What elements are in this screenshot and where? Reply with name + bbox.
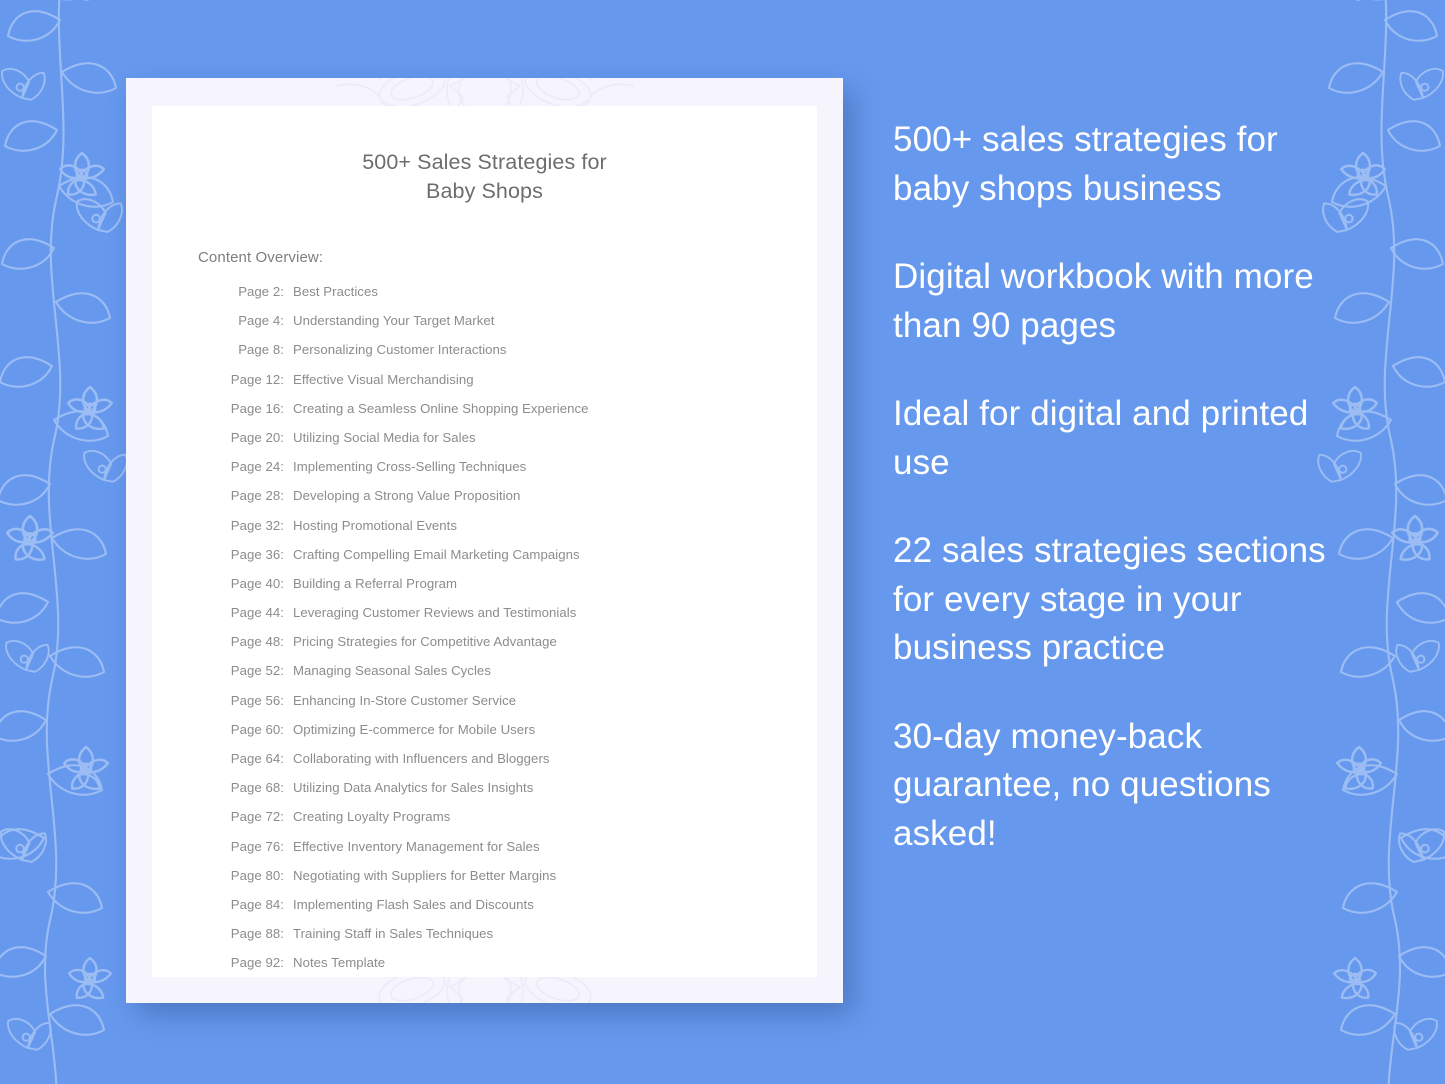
toc-row: Page 2: Best Practices xyxy=(222,284,773,313)
toc-entry-title: Hosting Promotional Events xyxy=(293,517,458,533)
toc-entry-title: Understanding Your Target Market xyxy=(293,313,495,329)
toc-page-number: Page 56: xyxy=(230,692,284,708)
toc-entry-title: Implementing Cross-Selling Techniques xyxy=(293,459,527,475)
toc-entry-title: Optimizing E-commerce for Mobile Users xyxy=(293,721,536,737)
toc-page-number: Page 24: xyxy=(230,459,284,475)
toc-row: Page 36: Crafting Compelling Email Market… xyxy=(222,547,773,576)
toc-entry-title: Personalizing Customer Interactions xyxy=(293,342,507,358)
toc-entry-title: Leveraging Customer Reviews and Testimon… xyxy=(293,605,577,621)
toc-entry-title: Crafting Compelling Email Marketing Camp… xyxy=(293,546,580,562)
toc-row: Page 32: Hosting Promotional Events xyxy=(222,518,773,547)
toc-entry-title: Utilizing Data Analytics for Sales Insig… xyxy=(293,780,534,796)
toc-page-number: Page 80: xyxy=(230,867,284,883)
toc-row: Page 4: Understanding Your Target Market xyxy=(222,313,773,342)
toc-row: Page 12: Effective Visual Merchandising xyxy=(222,372,773,401)
content-overview-label: Content Overview: xyxy=(198,249,324,266)
toc-row: Page 52: Managing Seasonal Sales Cycles xyxy=(222,663,773,692)
toc-entry-title: Training Staff in Sales Techniques xyxy=(293,926,494,942)
toc-row: Page 76: Effective Inventory Management f… xyxy=(222,839,773,868)
toc-row: Page 16: Creating a Seamless Online Shopp… xyxy=(222,401,773,430)
toc-row: Page 72: Creating Loyalty Programs xyxy=(222,809,773,838)
toc-row: Page 56: Enhancing In-Store Customer Serv… xyxy=(222,693,773,722)
toc-row: Page 92: Notes Template xyxy=(222,955,773,984)
toc-entry-title: Negotiating with Suppliers for Better Ma… xyxy=(293,867,557,883)
toc-row: Page 60: Optimizing E-commerce for Mobile… xyxy=(222,722,773,751)
toc-row: Page 64: Collaborating with Influencers a… xyxy=(222,751,773,780)
toc-row: Page 28: Developing a Strong Value Propos… xyxy=(222,488,773,517)
toc-row: Page 88: Training Staff in Sales Techniqu… xyxy=(222,926,773,955)
toc-entry-title: Enhancing In-Store Customer Service xyxy=(293,692,517,708)
toc-page-number: Page 68: xyxy=(230,780,284,796)
document-title: 500+ Sales Strategies for Baby Shops xyxy=(362,150,607,203)
toc-row: Page 48: Pricing Strategies for Competiti… xyxy=(222,634,773,663)
document-card: 500+ Sales Strategies for Baby Shops Con… xyxy=(126,78,843,1003)
toc-entry-title: Implementing Flash Sales and Discounts xyxy=(293,896,534,912)
toc-page-number: Page 84: xyxy=(230,896,284,912)
toc-row: Page 20: Utilizing Social Media for Sales xyxy=(222,430,773,459)
toc-row: Page 84: Implementing Flash Sales and Dis… xyxy=(222,897,773,926)
promo-block: 500+ sales strategies for baby shops bus… xyxy=(893,120,1278,208)
toc-row: Page 80: Negotiating with Suppliers for B… xyxy=(222,868,773,897)
promo-block: Digital workbook with more than 90 pages xyxy=(893,257,1314,345)
toc-entry-title: Building a Referral Program xyxy=(293,575,458,591)
toc-page-number: Page 2: xyxy=(238,284,284,299)
toc-entry-title: Developing a Strong Value Proposition xyxy=(293,488,521,504)
toc-row: Page 40: Building a Referral Program xyxy=(222,576,773,605)
toc-page-number: Page 72: xyxy=(230,809,284,825)
toc-page-number: Page 60: xyxy=(230,721,284,737)
toc-page-number: Page 64: xyxy=(230,751,284,766)
toc-page-number: Page 48: xyxy=(230,634,284,650)
toc-page-number: Page 20: xyxy=(230,429,284,445)
promo-block: 22 sales strategies sections for every s… xyxy=(893,531,1326,667)
toc-page-number: Page 88: xyxy=(230,926,284,942)
toc-row: Page 24: Implementing Cross-Selling Techn… xyxy=(222,459,773,488)
toc-row: Page 8: Personalizing Customer Interactio… xyxy=(222,342,773,371)
toc-page-number: Page 92: xyxy=(230,955,284,971)
toc-page-number: Page 28: xyxy=(230,488,284,504)
toc-entry-title: Best Practices xyxy=(293,284,378,299)
toc-page-number: Page 40: xyxy=(230,575,284,591)
toc-page-number: Page 4: xyxy=(238,313,284,329)
toc-entry-title: Collaborating with Influencers and Blogg… xyxy=(293,751,550,766)
toc-page-number: Page 12: xyxy=(230,371,284,387)
promo-block: 30-day money-back guarantee, no question… xyxy=(893,716,1271,853)
toc-entry-title: Managing Seasonal Sales Cycles xyxy=(293,663,491,679)
floral-border-left xyxy=(0,0,136,1084)
toc-entry-title: Utilizing Social Media for Sales xyxy=(293,429,476,445)
toc-page-number: Page 8: xyxy=(238,342,284,358)
toc-page-number: Page 32: xyxy=(230,517,284,533)
promo-block: Ideal for digital and printed use xyxy=(893,394,1309,482)
toc-entry-title: Pricing Strategies for Competitive Advan… xyxy=(293,634,557,650)
toc-row: Page 44: Leveraging Customer Reviews and … xyxy=(222,605,773,634)
table-of-contents: Page 2: Best Practices Page 4: Understandin… xyxy=(222,284,773,985)
toc-entry-title: Notes Template xyxy=(293,955,386,971)
toc-entry-title: Effective Visual Merchandising xyxy=(293,371,474,387)
toc-row: Page 68: Utilizing Data Analytics for Sal… xyxy=(222,780,773,809)
toc-page-number: Page 44: xyxy=(230,605,284,621)
promo-column: 500+ sales strategies for baby shops bus… xyxy=(893,116,1363,858)
document-page: 500+ Sales Strategies for Baby Shops Con… xyxy=(152,106,817,977)
toc-entry-title: Effective Inventory Management for Sales xyxy=(293,838,540,854)
toc-page-number: Page 76: xyxy=(230,838,284,854)
toc-entry-title: Creating Loyalty Programs xyxy=(293,809,451,825)
toc-page-number: Page 36: xyxy=(230,546,284,562)
toc-entry-title: Creating a Seamless Online Shopping Expe… xyxy=(293,400,589,416)
toc-page-number: Page 16: xyxy=(230,400,284,416)
toc-page-number: Page 52: xyxy=(230,663,284,679)
